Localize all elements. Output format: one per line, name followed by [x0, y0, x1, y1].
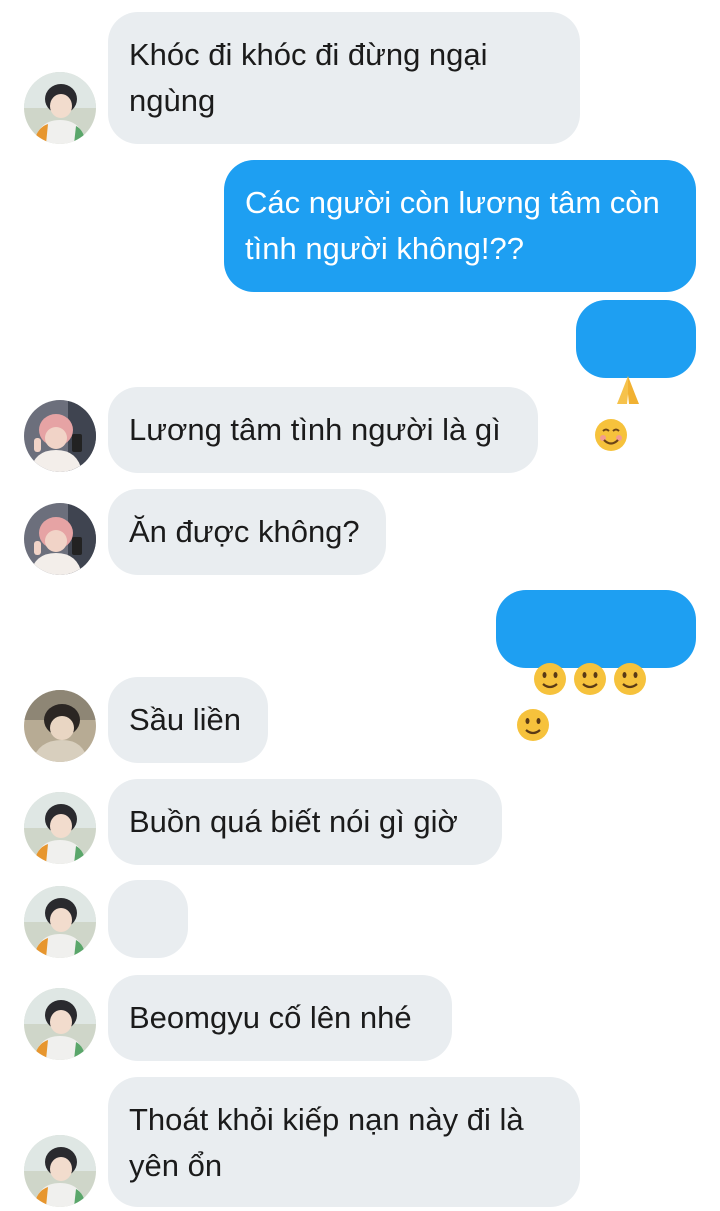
- avatar-b[interactable]: [24, 400, 96, 472]
- folded-hands-icon: [617, 375, 640, 404]
- incoming-message[interactable]: Ăn được không?: [108, 489, 386, 575]
- slightly-smiling-face-icon: [517, 708, 549, 741]
- avatar-a[interactable]: [24, 72, 96, 144]
- avatar-b[interactable]: [24, 503, 96, 575]
- outgoing-message[interactable]: Các người còn lương tâm còn tình người k…: [224, 160, 696, 292]
- incoming-emoji-message[interactable]: [108, 880, 188, 1031]
- incoming-message[interactable]: Buồn quá biết nói gì giờ: [108, 779, 502, 865]
- incoming-message[interactable]: Lương tâm tình người là gì: [108, 387, 538, 473]
- avatar-a[interactable]: [24, 886, 96, 958]
- avatar-c[interactable]: [24, 690, 96, 762]
- avatar-a[interactable]: [24, 792, 96, 864]
- smiling-face-icon: [595, 418, 627, 451]
- outgoing-emoji-message[interactable]: [576, 300, 696, 451]
- slightly-smiling-face-icon: [574, 662, 607, 695]
- slightly-smiling-face-icon: [534, 662, 567, 695]
- incoming-message[interactable]: Beomgyu cố lên nhé: [108, 975, 452, 1061]
- avatar-a[interactable]: [24, 1135, 96, 1207]
- incoming-message[interactable]: Thoát khỏi kiếp nạn này đi là yên ổn: [108, 1077, 580, 1207]
- slightly-smiling-face-icon: [614, 662, 647, 695]
- outgoing-emoji-message[interactable]: [496, 590, 696, 741]
- incoming-message[interactable]: Khóc đi khóc đi đừng ngại ngùng: [108, 12, 580, 144]
- incoming-message[interactable]: Sầu liền: [108, 677, 268, 763]
- avatar-a[interactable]: [24, 988, 96, 1060]
